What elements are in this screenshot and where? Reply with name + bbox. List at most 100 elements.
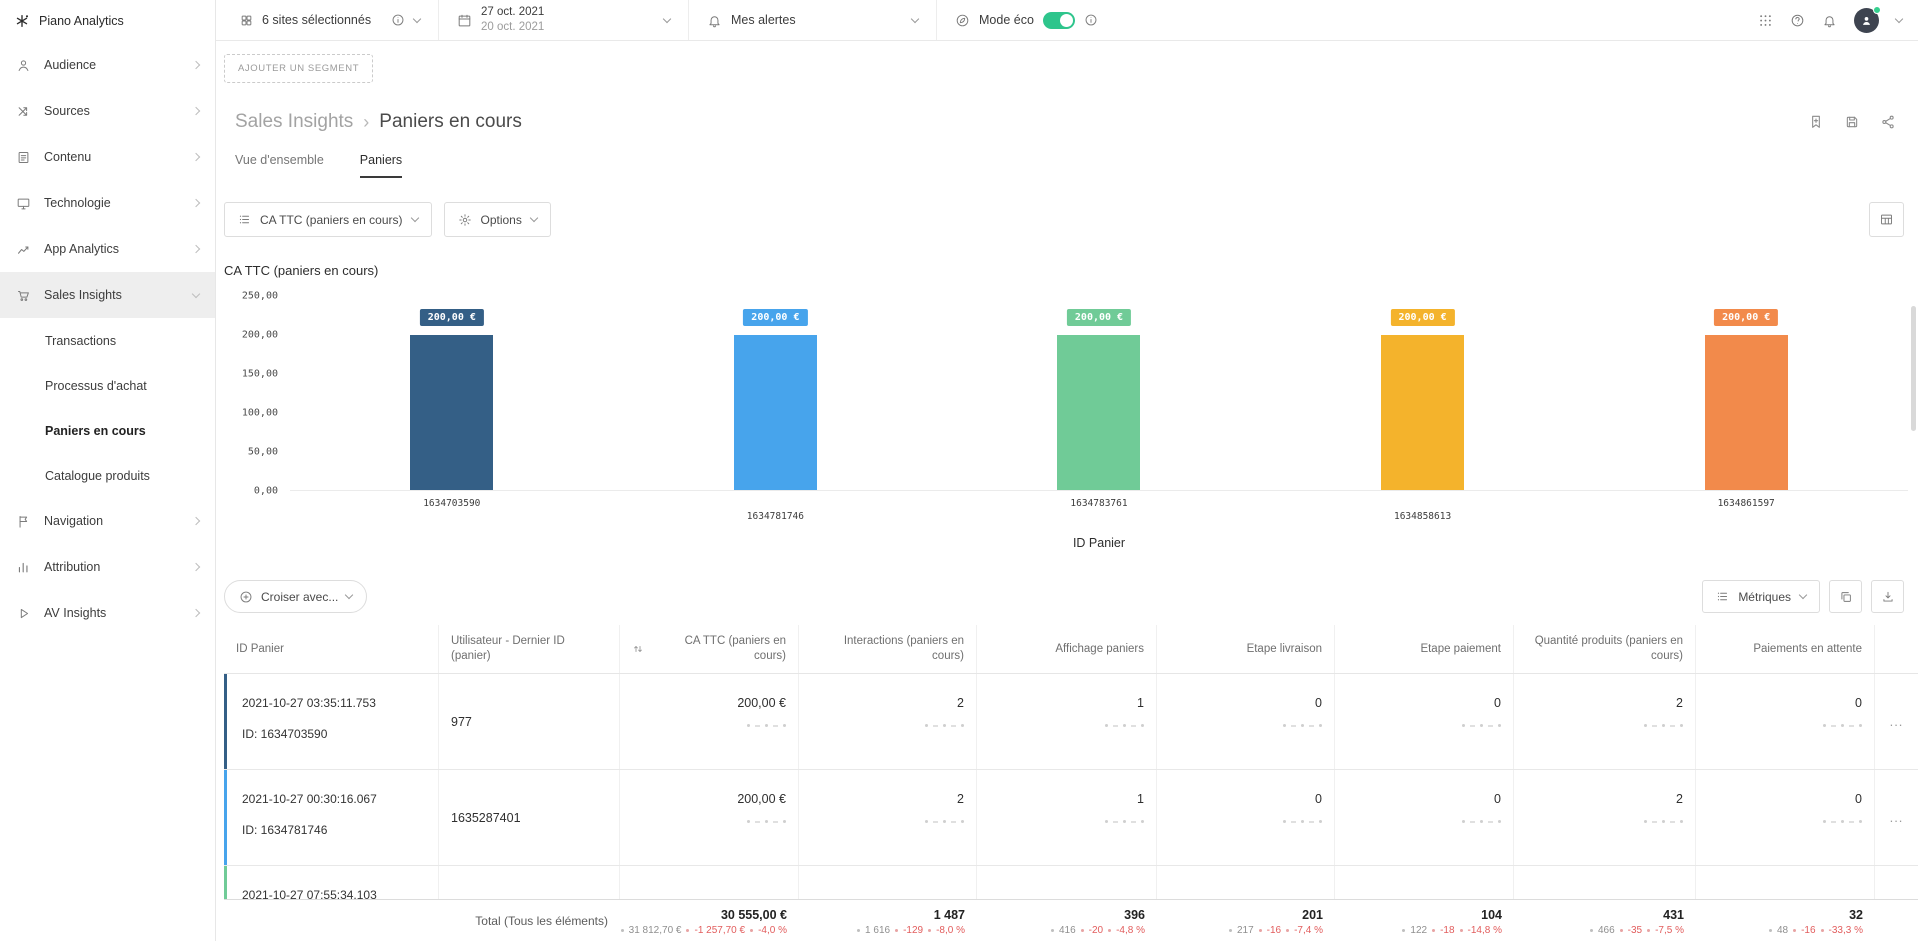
- chevron-down-icon[interactable]: [1895, 14, 1903, 22]
- attente-cell: 0: [1696, 674, 1875, 769]
- metrics-dropdown[interactable]: Métriques: [1702, 580, 1820, 613]
- app-logo[interactable]: Piano Analytics: [0, 0, 215, 42]
- table-total-row: Total (Tous les éléments) 30 555,00 € 31…: [224, 899, 1918, 941]
- row-accent-bar: [224, 770, 227, 865]
- topbar-right: [1758, 0, 1918, 40]
- options-dropdown[interactable]: Options: [444, 202, 551, 237]
- bookmark-add-icon[interactable]: [1808, 114, 1824, 130]
- eco-mode-toggle[interactable]: [1043, 12, 1075, 29]
- sidebar-item-av-insights[interactable]: AV Insights: [0, 590, 215, 636]
- main-area: 6 sites sélectionnés 27 oct. 2021 20 oct…: [216, 0, 1918, 941]
- livraison-cell: 0: [1157, 674, 1335, 769]
- info-icon[interactable]: [391, 13, 405, 27]
- share-icon[interactable]: [1880, 114, 1896, 130]
- cart-id-cell: 2021-10-27 00:30:16.067 ID: 1634781746: [224, 770, 439, 865]
- bar-1634858613[interactable]: 200,00 €: [1261, 296, 1585, 490]
- user-id-cell: 1635287401: [439, 770, 620, 865]
- bar-1634781746[interactable]: 200,00 €: [614, 296, 938, 490]
- sidebar-item-attribution[interactable]: Attribution: [0, 544, 215, 590]
- sites-icon: [240, 14, 253, 27]
- sources-icon: [16, 104, 31, 119]
- attente-cell: 0: [1696, 770, 1875, 865]
- column-header-etape-paiement[interactable]: Etape paiement: [1335, 625, 1514, 673]
- apps-grid-icon[interactable]: [1758, 13, 1773, 28]
- bar-1634703590[interactable]: 200,00 €: [290, 296, 614, 490]
- chart-title: CA TTC (paniers en cours): [224, 263, 1918, 278]
- sidebar-subitem-processus-achat[interactable]: Processus d'achat: [0, 363, 215, 408]
- y-tick: 0,00: [254, 486, 278, 497]
- breadcrumb-parent[interactable]: Sales Insights: [235, 111, 353, 133]
- column-header-utilisateur[interactable]: Utilisateur - Dernier ID (panier): [439, 625, 620, 673]
- chevron-down-icon: [1799, 591, 1807, 599]
- bar-1634783761[interactable]: 200,00 €: [937, 296, 1261, 490]
- alerts-selector[interactable]: Mes alertes: [688, 0, 936, 40]
- alerts-label: Mes alertes: [731, 13, 796, 27]
- cart-date: 2021-10-27 00:30:16.067: [242, 792, 426, 806]
- sidebar-item-audience[interactable]: Audience: [0, 42, 215, 88]
- y-tick: 200,00: [242, 330, 278, 341]
- date-range-picker[interactable]: 27 oct. 2021 20 oct. 2021: [438, 0, 688, 40]
- chevron-down-icon: [345, 591, 353, 599]
- sidebar-subitem-catalogue-produits[interactable]: Catalogue produits: [0, 453, 215, 498]
- row-more-button[interactable]: ...: [1875, 770, 1918, 865]
- chart-data-table-button[interactable]: [1869, 202, 1904, 237]
- chevron-right-icon: [192, 517, 200, 525]
- options-dropdown-label: Options: [481, 213, 522, 227]
- x-axis-title: ID Panier: [290, 536, 1908, 550]
- bell-icon: [707, 13, 722, 28]
- help-icon[interactable]: [1790, 13, 1805, 28]
- table-header: ID Panier Utilisateur - Dernier ID (pani…: [224, 625, 1918, 674]
- bar-1634861597[interactable]: 200,00 €: [1584, 296, 1908, 490]
- affichage-cell: 1: [977, 674, 1157, 769]
- status-dot: [1873, 6, 1881, 14]
- sidebar-item-sources[interactable]: Sources: [0, 88, 215, 134]
- add-segment-button[interactable]: AJOUTER UN SEGMENT: [224, 54, 373, 83]
- data-table-icon: [1879, 212, 1894, 227]
- sidebar: Piano Analytics Audience Sources Contenu: [0, 0, 216, 941]
- bar: [1057, 335, 1140, 490]
- page-actions: [1808, 114, 1896, 130]
- column-header-quantite-produits[interactable]: Quantité produits (paniers en cours): [1514, 625, 1696, 673]
- sidebar-item-sales-insights[interactable]: Sales Insights: [0, 272, 215, 318]
- tab-vue-densemble[interactable]: Vue d'ensemble: [235, 153, 324, 178]
- total-ca-ttc: 30 555,00 € 31 812,70 €-1 257,70 €-4,0 %: [620, 906, 799, 936]
- copy-table-button[interactable]: [1829, 580, 1862, 613]
- row-more-button[interactable]: ...: [1875, 674, 1918, 769]
- copy-icon: [1839, 590, 1853, 604]
- user-avatar[interactable]: [1854, 8, 1879, 33]
- save-icon[interactable]: [1844, 114, 1860, 130]
- cross-with-label: Croiser avec...: [261, 590, 338, 604]
- x-tick: 1634861597: [1718, 498, 1775, 509]
- bar: [1705, 335, 1788, 490]
- eco-mode-label: Mode éco: [979, 13, 1034, 27]
- column-header-paiements-en-attente[interactable]: Paiements en attente: [1696, 625, 1875, 673]
- sidebar-item-contenu[interactable]: Contenu: [0, 134, 215, 180]
- metric-dropdown[interactable]: CA TTC (paniers en cours): [224, 202, 432, 237]
- affichage-cell: 1: [977, 770, 1157, 865]
- site-selector[interactable]: 6 sites sélectionnés: [216, 0, 438, 40]
- column-header-etape-livraison[interactable]: Etape livraison: [1157, 625, 1335, 673]
- date-range: 27 oct. 2021 20 oct. 2021: [481, 5, 544, 35]
- sidebar-item-technologie[interactable]: Technologie: [0, 180, 215, 226]
- column-header-label: CA TTC (paniers en cours): [650, 634, 786, 664]
- column-header-affichage-paniers[interactable]: Affichage paniers: [977, 625, 1157, 673]
- sidebar-subitem-paniers-en-cours[interactable]: Paniers en cours: [0, 408, 215, 453]
- column-header-ca-ttc[interactable]: CA TTC (paniers en cours): [620, 625, 799, 673]
- sidebar-subitem-transactions[interactable]: Transactions: [0, 318, 215, 363]
- column-header-id-panier[interactable]: ID Panier: [224, 625, 439, 673]
- play-icon: [16, 606, 31, 621]
- sidebar-item-navigation[interactable]: Navigation: [0, 498, 215, 544]
- cross-with-button[interactable]: Croiser avec...: [224, 580, 367, 613]
- date-primary: 27 oct. 2021: [481, 5, 544, 20]
- tab-paniers[interactable]: Paniers: [360, 153, 402, 178]
- info-icon[interactable]: [1084, 13, 1098, 27]
- bar-chart-icon: [16, 560, 31, 575]
- export-table-button[interactable]: [1871, 580, 1904, 613]
- column-header-interactions[interactable]: Interactions (paniers en cours): [799, 625, 977, 673]
- scrollbar-thumb[interactable]: [1911, 306, 1916, 431]
- page-content: AJOUTER UN SEGMENT Sales Insights › Pani…: [216, 41, 1918, 941]
- notifications-bell-icon[interactable]: [1822, 13, 1837, 28]
- sidebar-item-app-analytics[interactable]: App Analytics: [0, 226, 215, 272]
- tabs: Vue d'ensemble Paniers: [235, 153, 1918, 178]
- interactions-cell: 2: [799, 770, 977, 865]
